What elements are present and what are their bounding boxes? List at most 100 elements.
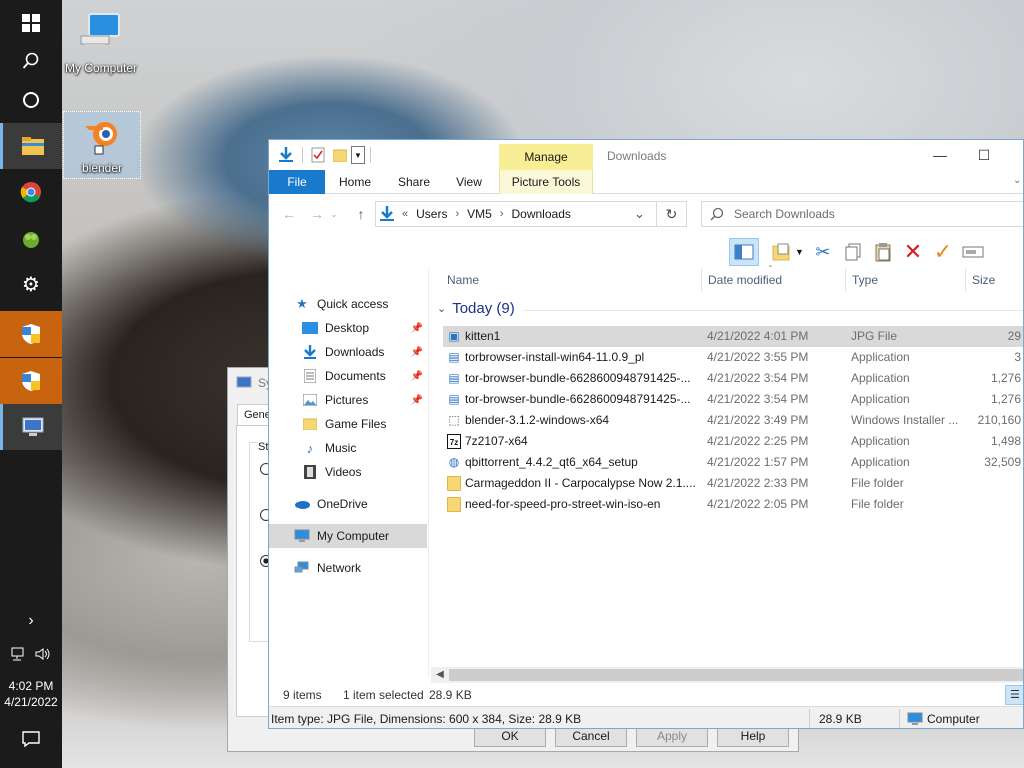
music-note-icon: ♪ [306, 440, 314, 456]
table-row[interactable]: ⬚ blender-3.1.2-windows-x64 4/21/2022 3:49… [443, 410, 1023, 431]
nav-videos[interactable]: Videos [269, 460, 427, 484]
chevron-down-icon[interactable]: ▼ [795, 247, 804, 257]
action-center-button[interactable] [0, 716, 62, 762]
taskbar-security-1[interactable] [0, 311, 62, 357]
table-row[interactable]: Carmageddon II - Carpocalypse Now 2.1...… [443, 473, 1023, 494]
breadcrumb-users[interactable]: Users [416, 207, 447, 221]
refresh-button[interactable]: ↻ [657, 201, 687, 227]
horizontal-scrollbar[interactable]: ◀ [431, 667, 1023, 683]
file-size-cell: 1,498 [990, 434, 1021, 448]
taskbar-system-properties[interactable] [0, 404, 62, 450]
table-row[interactable]: ▤ tor-browser-bundle-6628600948791425-...… [443, 389, 1023, 410]
tab-home[interactable]: Home [331, 170, 379, 194]
properties-icon[interactable] [309, 146, 327, 164]
task-view-button[interactable] [0, 77, 62, 123]
file-explorer-window[interactable]: ▼ Manage Downloads — ☐ File Home Share V… [268, 139, 1024, 729]
nav-music[interactable]: ♪ Music [269, 436, 427, 460]
new-folder-icon[interactable] [331, 146, 349, 164]
rename-field-button[interactable] [958, 238, 988, 266]
breadcrumb-downloads[interactable]: Downloads [512, 207, 571, 221]
table-row[interactable]: ▤ torbrowser-install-win64-11.0.9_pl 4/21/… [443, 347, 1023, 368]
nav-my-computer[interactable]: My Computer [269, 524, 427, 548]
file-size-cell: 1,276 [990, 392, 1021, 406]
properties-button[interactable] [767, 238, 797, 266]
column-header-name[interactable]: Name [441, 268, 701, 292]
nav-pictures[interactable]: Pictures 📌 [269, 388, 427, 412]
table-row[interactable]: ▣ kitten1 4/21/2022 4:01 PM JPG File 29 [443, 326, 1023, 347]
download-arrow-icon [380, 206, 394, 221]
copy-button[interactable] [838, 238, 868, 266]
taskbar-file-explorer[interactable] [0, 123, 62, 169]
nav-documents[interactable]: Documents 📌 [269, 364, 427, 388]
nav-label: Desktop [325, 321, 370, 335]
minimize-button[interactable]: — [928, 146, 952, 164]
scissors-icon: ✂ [815, 241, 831, 262]
divider [302, 147, 303, 163]
taskbar-security-2[interactable] [0, 358, 62, 404]
breadcrumb-vm5[interactable]: VM5 [467, 207, 492, 221]
cut-button[interactable]: ✂ [808, 238, 838, 266]
title-bar[interactable]: ▼ Manage Downloads — ☐ [269, 140, 1023, 170]
preview-pane-button[interactable] [729, 238, 759, 266]
table-row[interactable]: 7z 7z2107-x64 4/21/2022 2:25 PM Application… [443, 431, 1023, 452]
details-view-button[interactable]: ☰ [1005, 685, 1023, 705]
pin-icon[interactable]: 📌 [411, 371, 423, 382]
address-input[interactable]: « Users › VM5 › Downloads ⌄ [375, 201, 657, 227]
tab-file[interactable]: File [269, 170, 325, 194]
taskbar-clock[interactable]: 4:02 PM 4/21/2022 [0, 678, 62, 710]
nav-label: Downloads [325, 345, 385, 359]
paste-button[interactable] [868, 238, 898, 266]
chevron-right-icon[interactable]: › [500, 208, 504, 220]
search-input[interactable]: Search Downloads [701, 201, 1023, 227]
item-details: Item type: JPG File, Dimensions: 600 x 3… [271, 712, 582, 726]
pin-icon[interactable]: 📌 [411, 395, 423, 406]
back-button[interactable]: ← [279, 205, 299, 223]
table-row[interactable]: need-for-speed-pro-street-win-iso-en 4/21… [443, 494, 1023, 515]
tab-view[interactable]: View [449, 170, 489, 194]
rename-button[interactable]: ✓ [928, 238, 958, 266]
taskbar-chrome[interactable] [0, 169, 62, 215]
forward-button[interactable]: → [307, 205, 327, 223]
maximize-button[interactable]: ☐ [972, 146, 996, 164]
file-type-cell: Application [851, 434, 910, 448]
nav-downloads[interactable]: Downloads 📌 [269, 340, 427, 364]
nav-network[interactable]: Network [269, 556, 427, 580]
up-button[interactable]: ↑ [351, 205, 371, 223]
arrow-left-icon: ← [282, 206, 296, 222]
tab-manage[interactable]: Manage [499, 144, 593, 170]
taskbar-settings[interactable]: ⚙ [0, 262, 62, 308]
customize-toolbar-dropdown[interactable]: ▼ [351, 146, 365, 164]
pin-icon[interactable]: 📌 [411, 323, 423, 334]
tab-picture-tools[interactable]: Picture Tools [499, 170, 593, 194]
tray-icons[interactable] [0, 640, 62, 668]
arrow-right-icon: → [310, 206, 324, 222]
nav-label: Pictures [325, 393, 369, 407]
pin-icon[interactable]: 📌 [411, 347, 423, 358]
taskbar-app[interactable] [0, 216, 62, 262]
delete-button[interactable]: ✕ [898, 238, 928, 266]
overflow-crumb[interactable]: « [402, 208, 408, 220]
expand-ribbon-icon[interactable]: ⌄ [1013, 175, 1021, 186]
show-hidden-icons-button[interactable]: › [0, 606, 62, 636]
tab-share[interactable]: Share [391, 170, 437, 194]
nav-quick-access[interactable]: ★ Quick access [269, 292, 427, 316]
column-header-size[interactable]: Size [965, 268, 1023, 292]
table-row[interactable]: ▤ tor-browser-bundle-6628600948791425-...… [443, 368, 1023, 389]
nav-desktop[interactable]: Desktop 📌 [269, 316, 427, 340]
gear-icon: ⚙ [22, 274, 40, 296]
desktop-icon-blender[interactable]: blender [63, 111, 141, 179]
scrollbar-thumb[interactable] [449, 669, 1023, 681]
desktop-icon-my-computer[interactable]: My Computer [62, 10, 140, 75]
scroll-left-icon[interactable]: ◀ [433, 667, 447, 683]
divider [370, 147, 371, 163]
group-header-today[interactable]: ⌄ Today (9) [437, 300, 515, 317]
column-header-type[interactable]: Type [845, 268, 965, 292]
file-date-cell: 4/21/2022 3:54 PM [707, 392, 809, 406]
recent-locations-button[interactable]: ⌄ [327, 205, 341, 223]
nav-onedrive[interactable]: OneDrive [269, 492, 427, 516]
chevron-right-icon[interactable]: › [455, 208, 459, 220]
address-dropdown-icon[interactable]: ⌄ [634, 206, 645, 222]
nav-game-files[interactable]: Game Files [269, 412, 427, 436]
table-row[interactable]: ◍ qbittorrent_4.4.2_qt6_x64_setup 4/21/202… [443, 452, 1023, 473]
network-icon [293, 560, 311, 576]
